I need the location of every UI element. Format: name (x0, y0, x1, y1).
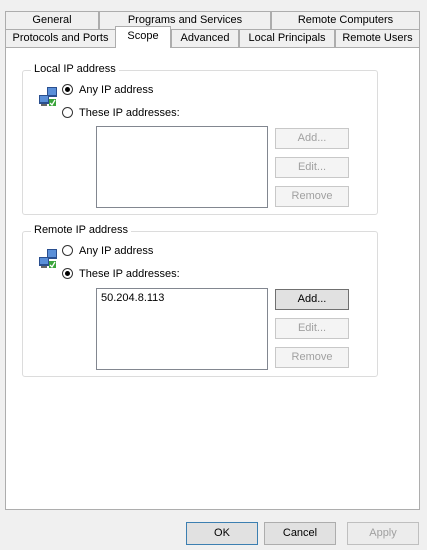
ok-button[interactable]: OK (186, 522, 258, 545)
tab-advanced[interactable]: Advanced (171, 29, 239, 47)
network-computers-icon (39, 87, 57, 107)
cancel-button[interactable]: Cancel (264, 522, 336, 545)
local-these-ip-radio-button[interactable] (62, 107, 73, 118)
remote-any-ip-radio[interactable]: Any IP address (62, 243, 153, 259)
remote-ip-listbox[interactable]: 50.204.8.113 (96, 288, 268, 370)
tab-remote-computers[interactable]: Remote Computers (271, 11, 420, 29)
local-remove-button[interactable]: Remove (275, 186, 349, 207)
remote-these-ip-radio-button[interactable] (62, 268, 73, 279)
local-edit-button[interactable]: Edit... (275, 157, 349, 178)
tab-general[interactable]: General (5, 11, 99, 29)
local-any-ip-radio[interactable]: Any IP address (62, 82, 153, 98)
remote-any-ip-radio-button[interactable] (62, 245, 73, 256)
local-ip-group-title: Local IP address (31, 63, 119, 75)
local-any-ip-label: Any IP address (79, 84, 154, 96)
network-computers-icon (39, 249, 57, 269)
tab-scope[interactable]: Scope (115, 26, 171, 48)
remote-remove-button[interactable]: Remove (275, 347, 349, 368)
remote-these-ip-label: These IP addresses: (79, 268, 180, 280)
tab-protocols-and-ports[interactable]: Protocols and Ports (5, 29, 116, 47)
remote-these-ip-radio[interactable]: These IP addresses: (62, 266, 180, 282)
list-item[interactable]: 50.204.8.113 (101, 292, 263, 304)
remote-add-button[interactable]: Add... (275, 289, 349, 310)
tab-local-principals[interactable]: Local Principals (239, 29, 335, 47)
local-add-button[interactable]: Add... (275, 128, 349, 149)
local-these-ip-label: These IP addresses: (79, 107, 180, 119)
remote-any-ip-label: Any IP address (79, 245, 154, 257)
remote-ip-group-title: Remote IP address (31, 224, 131, 236)
local-these-ip-radio[interactable]: These IP addresses: (62, 105, 180, 121)
apply-button[interactable]: Apply (347, 522, 419, 545)
local-ip-listbox[interactable] (96, 126, 268, 208)
tab-remote-users[interactable]: Remote Users (335, 29, 420, 47)
scope-tab-panel: Local IP address Any IP address These IP… (5, 47, 420, 510)
local-any-ip-radio-button[interactable] (62, 84, 73, 95)
remote-edit-button[interactable]: Edit... (275, 318, 349, 339)
